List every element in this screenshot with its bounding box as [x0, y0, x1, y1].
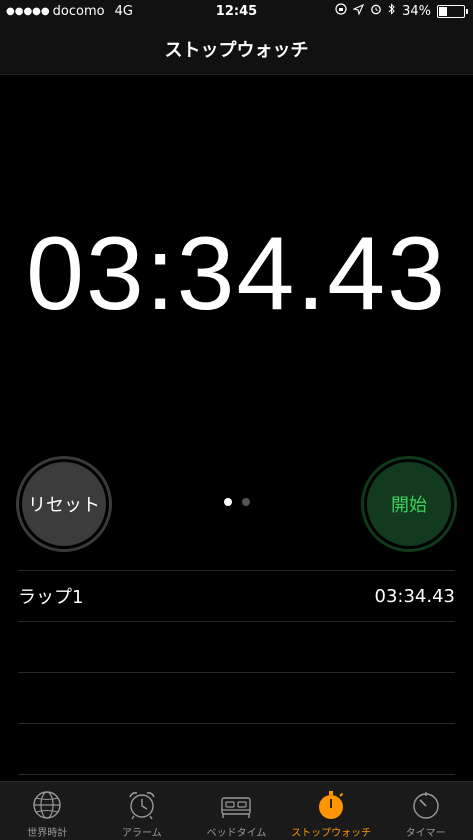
battery-icon: [437, 4, 468, 18]
tab-world-clock[interactable]: 世界時計: [0, 782, 95, 840]
globe-icon: [33, 791, 61, 819]
status-bar: ●●●●● docomo 4G 12:45 34%: [0, 0, 473, 24]
tab-label: 世界時計: [27, 828, 68, 839]
lap-row-empty: [18, 672, 455, 723]
bluetooth-icon: [388, 3, 396, 19]
orientation-lock-icon: [335, 3, 347, 19]
tab-label: ストップウォッチ: [291, 828, 372, 839]
lap-row-empty: [18, 621, 455, 672]
alarm-status-icon: [370, 3, 382, 19]
navigation-bar: ストップウォッチ: [0, 24, 473, 75]
lap-label: ラップ1: [18, 587, 84, 608]
alarm-clock-icon: [129, 792, 155, 820]
battery-percent: 34%: [402, 3, 431, 19]
status-right: 34%: [335, 3, 468, 19]
timer-icon: [412, 792, 439, 819]
tab-stopwatch[interactable]: ストップウォッチ: [284, 782, 379, 840]
tab-label: タイマー: [405, 828, 446, 839]
lap-time: 03:34.43: [374, 585, 456, 607]
bed-icon: [221, 797, 252, 818]
lap-list: ラップ1 03:34.43: [18, 570, 455, 775]
lap-row: ラップ1 03:34.43: [18, 570, 455, 621]
page-title: ストップウォッチ: [164, 40, 309, 61]
tab-label: ベッドタイム: [206, 828, 267, 839]
lap-row-empty: [18, 723, 455, 774]
stopwatch-display: 03:34.43: [26, 216, 447, 332]
tab-timer[interactable]: タイマー: [378, 782, 473, 840]
battery-fill: [439, 6, 448, 16]
tab-bedtime[interactable]: ベッドタイム: [189, 782, 284, 840]
tab-bar: 世界時計 アラーム ベッドタイム ストップウォッチ タイマー: [0, 781, 473, 840]
tab-label: アラーム: [122, 828, 162, 839]
page-dot-inactive: [241, 498, 250, 506]
stopwatch-icon: [319, 791, 344, 819]
page-dot-active: [223, 498, 232, 506]
tab-alarm[interactable]: アラーム: [95, 782, 190, 840]
page-indicator[interactable]: [0, 498, 473, 506]
location-arrow-icon: [352, 3, 365, 19]
